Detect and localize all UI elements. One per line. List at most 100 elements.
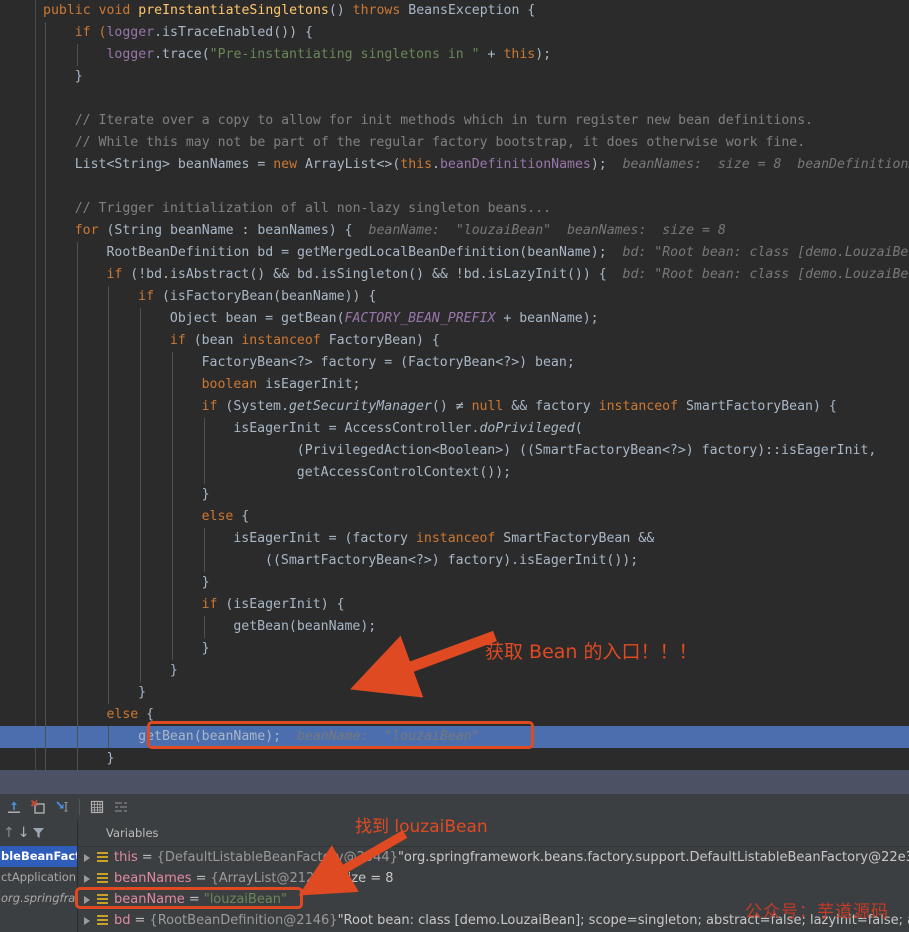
expand-triangle-icon[interactable]	[84, 874, 90, 883]
code-token: // Iterate over a copy to allow for init…	[74, 113, 814, 128]
code-token: }	[201, 641, 210, 656]
code-line[interactable]: isEagerInit = (factory instanceof SmartF…	[0, 528, 909, 550]
variable-row[interactable]: beanNames = {ArrayList@2128} size = 8	[78, 868, 909, 889]
code-line[interactable]: }	[0, 484, 909, 506]
frame-row[interactable]: org.springfra	[0, 888, 77, 909]
settings-icon[interactable]	[109, 795, 133, 819]
code-line[interactable]: if (logger.isTraceEnabled()) {	[0, 22, 909, 44]
frame-row[interactable]: bleBeanFacto	[0, 846, 77, 867]
editor-selection-band	[0, 770, 909, 794]
code-token: bd: "Root bean: class [demo.LouzaiBea	[606, 267, 909, 282]
code-line[interactable]: (PrivilegedAction<Boolean>) ((SmartFacto…	[0, 440, 909, 462]
thread-up-icon[interactable]: ↑	[3, 825, 15, 841]
code-token: void	[98, 3, 139, 18]
code-token: SmartFactoryBean &&	[503, 531, 655, 546]
filter-icon[interactable]	[32, 824, 45, 843]
code-token: .isTraceEnabled()) {	[154, 25, 313, 40]
code-token: .	[432, 157, 440, 172]
code-token: // While this may not be part of the reg…	[74, 135, 806, 150]
expand-triangle-icon[interactable]	[84, 895, 90, 904]
thread-down-icon[interactable]: ↓	[18, 825, 30, 841]
code-line-selected[interactable]: getBean(beanName); beanName: "louzaiBean…	[0, 726, 909, 748]
expand-triangle-icon[interactable]	[84, 853, 90, 862]
code-line-text: isEagerInit = AccessController.doPrivile…	[0, 418, 582, 440]
variable-name: this	[114, 850, 138, 865]
code-line[interactable]: if (!bd.isAbstract() && bd.isSingleton()…	[0, 264, 909, 286]
code-token: instanceof	[241, 333, 329, 348]
run-to-cursor-icon[interactable]	[50, 795, 74, 819]
code-line-text: if (!bd.isAbstract() && bd.isSingleton()…	[0, 264, 909, 286]
code-token: }	[201, 487, 210, 502]
variable-equals: =	[188, 892, 200, 907]
frames-toolbar[interactable]: ↑ ↓	[0, 820, 77, 846]
code-line[interactable]: for (String beanName : beanNames) { bean…	[0, 220, 909, 242]
code-token: this	[400, 157, 433, 172]
code-line[interactable]: }	[0, 748, 909, 770]
code-line[interactable]: FactoryBean<?> factory = (FactoryBean<?>…	[0, 352, 909, 374]
code-line[interactable]	[0, 176, 909, 198]
code-line[interactable]: RootBeanDefinition bd = getMergedLocalBe…	[0, 242, 909, 264]
code-line[interactable]	[0, 88, 909, 110]
code-line[interactable]: Object bean = getBean(FACTORY_BEAN_PREFI…	[0, 308, 909, 330]
frame-row[interactable]: ctApplication	[0, 867, 77, 888]
code-line[interactable]: // While this may not be part of the reg…	[0, 132, 909, 154]
code-token: beanDefinitionNames	[439, 157, 591, 172]
code-line-text: if (logger.isTraceEnabled()) {	[0, 22, 313, 44]
code-line[interactable]: else {	[0, 704, 909, 726]
code-token: );	[535, 47, 552, 62]
code-line-text: if (System.getSecurityManager() ≠ null &…	[0, 396, 837, 418]
variable-row[interactable]: this = {DefaultListableBeanFactory@2044} "…	[78, 847, 909, 868]
code-token: "Pre-instantiating singletons in "	[209, 47, 480, 62]
code-token: +	[479, 47, 504, 62]
code-line-text: boolean isEagerInit;	[0, 374, 361, 396]
code-line-text: getAccessControlContext());	[0, 462, 511, 484]
code-line[interactable]: }	[0, 572, 909, 594]
code-token: preInstantiateSingletons	[138, 3, 329, 18]
code-line[interactable]: logger.trace("Pre-instantiating singleto…	[0, 44, 909, 66]
code-line-text: }	[0, 748, 114, 770]
code-line[interactable]: }	[0, 66, 909, 88]
expand-triangle-icon[interactable]	[84, 916, 90, 925]
code-line-text: if (isEagerInit) {	[0, 594, 345, 616]
code-token: if	[138, 289, 162, 304]
code-token: instanceof	[415, 531, 504, 546]
code-line[interactable]: if (System.getSecurityManager() ≠ null &…	[0, 396, 909, 418]
code-token: () ≠	[431, 399, 472, 414]
code-line[interactable]: if (isFactoryBean(beanName)) {	[0, 286, 909, 308]
code-token: (PrivilegedAction<Boolean>) ((SmartFacto…	[296, 443, 877, 458]
code-line[interactable]: boolean isEagerInit;	[0, 374, 909, 396]
code-line-text: }	[0, 682, 146, 704]
watermark-text: 公众号：芋道源码	[745, 902, 889, 922]
code-token: else	[106, 707, 147, 722]
code-line[interactable]: List<String> beanNames = new ArrayList<>…	[0, 154, 909, 176]
step-out-icon[interactable]	[2, 795, 26, 819]
code-line-text: getBean(beanName); beanName: "louzaiBean…	[0, 726, 479, 748]
code-token: FACTORY_BEAN_PREFIX	[344, 311, 496, 326]
code-line-text: logger.trace("Pre-instantiating singleto…	[0, 44, 551, 66]
code-token: }	[138, 685, 147, 700]
frames-panel[interactable]: ↑ ↓ bleBeanFacto ctApplication org.sprin…	[0, 820, 78, 932]
code-token: getSecurityManager	[288, 399, 432, 414]
code-line-text: for (String beanName : beanNames) { bean…	[0, 220, 726, 242]
evaluate-expression-icon[interactable]	[85, 795, 109, 819]
code-line[interactable]: public void preInstantiateSingletons() t…	[0, 0, 909, 22]
code-token: isEagerInit = (factory	[233, 531, 416, 546]
code-token: logger	[106, 47, 155, 62]
code-token: getAccessControlContext());	[296, 465, 512, 480]
code-line[interactable]: else {	[0, 506, 909, 528]
code-line[interactable]: ((SmartFactoryBean<?>) factory).isEagerI…	[0, 550, 909, 572]
code-line[interactable]: // Trigger initialization of all non-laz…	[0, 198, 909, 220]
code-line[interactable]: if (bean instanceof FactoryBean) {	[0, 330, 909, 352]
code-line-text: (PrivilegedAction<Boolean>) ((SmartFacto…	[0, 440, 877, 462]
force-step-into-icon[interactable]	[26, 795, 50, 819]
variable-equals: =	[195, 871, 207, 886]
code-token: beanNames: size = 8 beanDefinitionN	[606, 157, 909, 172]
code-line[interactable]: // Iterate over a copy to allow for init…	[0, 110, 909, 132]
code-line-text: else {	[0, 506, 250, 528]
code-line[interactable]: getAccessControlContext());	[0, 462, 909, 484]
code-line[interactable]: if (isEagerInit) {	[0, 594, 909, 616]
indent-guide	[45, 88, 46, 110]
code-line[interactable]: isEagerInit = AccessController.doPrivile…	[0, 418, 909, 440]
variable-name: beanName	[114, 892, 185, 907]
annotation-label-2: 找到 louzaiBean	[355, 817, 488, 837]
